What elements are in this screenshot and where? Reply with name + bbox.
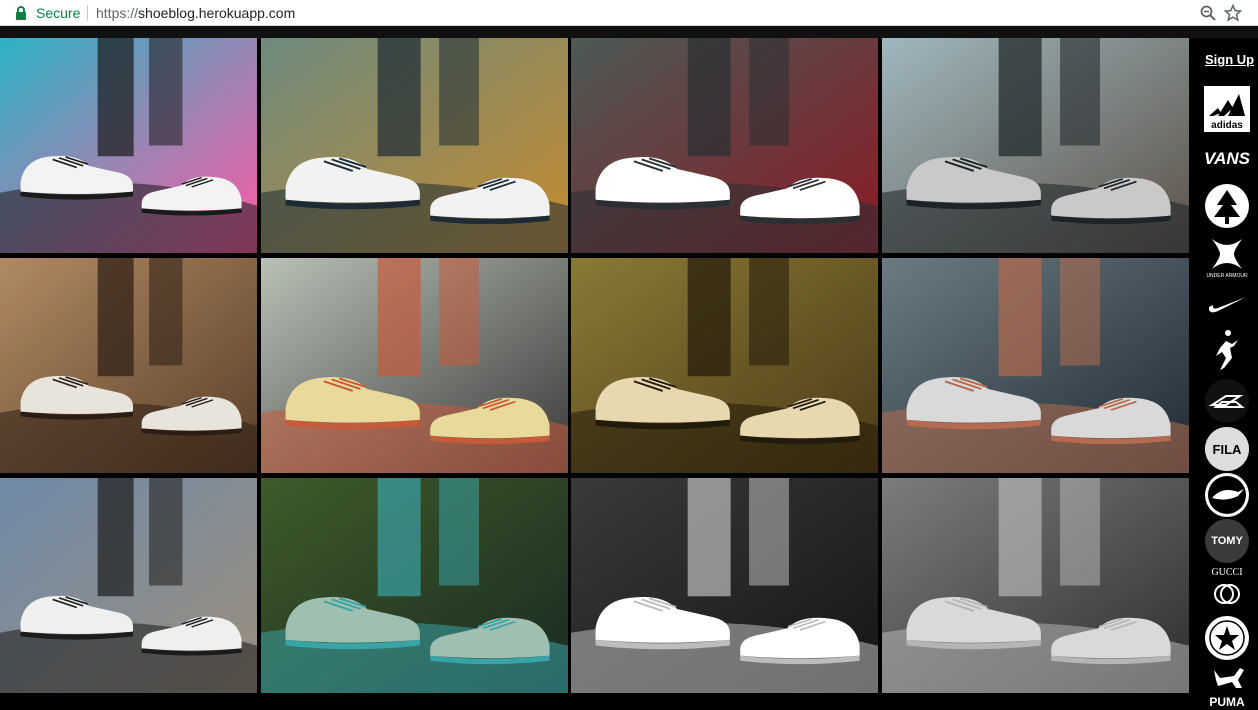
under-armour-logo-icon[interactable]: UNDER ARMOUR — [1204, 233, 1250, 279]
svg-text:VANS: VANS — [1204, 149, 1250, 168]
svg-text:FILA: FILA — [1213, 442, 1242, 457]
vans-logo-icon[interactable]: VANS — [1204, 135, 1250, 181]
photo-tile-yeezy-group[interactable] — [882, 478, 1189, 693]
top-strip — [0, 26, 1258, 38]
photo-tile-adidas-gazelle-brick[interactable] — [0, 478, 257, 693]
photo-tile-old-skool-boardwalk[interactable] — [571, 258, 878, 473]
timberland-logo-icon[interactable] — [1204, 183, 1250, 229]
photo-tile-nmd-monochrome[interactable] — [571, 478, 878, 693]
photo-tile-worn-vans-sand[interactable] — [0, 258, 257, 473]
puma-logo-icon[interactable]: PUMA — [1204, 664, 1250, 710]
photo-tile-vans-wood-pallet[interactable] — [882, 258, 1189, 473]
svg-text:adidas: adidas — [1211, 120, 1243, 131]
address-divider — [87, 5, 88, 21]
photo-tile-red-nike-flyknit[interactable] — [571, 38, 878, 253]
signup-link[interactable]: Sign Up — [1205, 52, 1254, 67]
brand-sidebar: Sign Up adidas VANS UNDER ARMOUR FILA TOMY G… — [1190, 38, 1258, 710]
converse-logo-icon[interactable] — [1204, 615, 1250, 661]
svg-text:UNDER ARMOUR: UNDER ARMOUR — [1206, 273, 1248, 279]
photo-tile-white-sneakers-graffiti[interactable] — [0, 38, 257, 253]
nike-logo-icon[interactable] — [1204, 281, 1250, 327]
url-scheme: https:// — [96, 5, 139, 21]
jordan-logo-icon[interactable] — [1204, 330, 1250, 376]
lacoste-logo-icon[interactable] — [1204, 472, 1250, 518]
photo-tile-adidas-eqt-box[interactable] — [261, 478, 568, 693]
svg-text:GUCCI: GUCCI — [1211, 567, 1242, 578]
tommy-logo-icon[interactable]: TOMY — [1204, 518, 1250, 564]
url-field[interactable]: https://shoeblog.herokuapp.com — [96, 5, 295, 21]
photo-tile-skateboard-vans[interactable] — [261, 258, 568, 473]
url-host: shoeblog.herokuapp.com — [138, 5, 296, 21]
bookmark-star-icon[interactable] — [1224, 4, 1242, 22]
secure-label: Secure — [36, 5, 81, 21]
svg-text:TOMY: TOMY — [1211, 535, 1243, 547]
photo-gallery — [0, 38, 1190, 707]
browser-address-bar: Secure https://shoeblog.herokuapp.com — [0, 0, 1258, 26]
fila-logo-icon[interactable]: FILA — [1204, 426, 1250, 472]
photo-tile-black-nike-street[interactable] — [261, 38, 568, 253]
photo-tile-grey-sneakers-jump[interactable] — [882, 38, 1189, 253]
secure-indicator[interactable]: Secure — [14, 5, 80, 21]
reebok-logo-icon[interactable] — [1204, 378, 1250, 424]
lock-icon — [16, 6, 26, 20]
gucci-logo-icon[interactable]: GUCCI — [1204, 566, 1250, 612]
zoom-icon[interactable] — [1199, 4, 1217, 22]
adidas-logo-icon[interactable]: adidas — [1204, 86, 1250, 132]
